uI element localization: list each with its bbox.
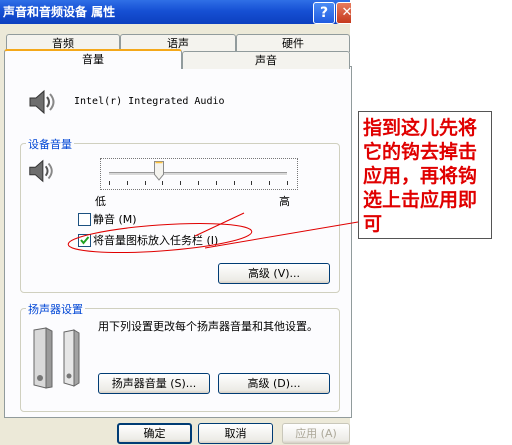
tab-volume[interactable]: 音量 <box>4 49 182 69</box>
annotation-note: 指到这儿先将它的钩去掉击应用，再将钩选上击应用即可 <box>358 111 492 239</box>
tab-label: 音量 <box>82 53 104 66</box>
